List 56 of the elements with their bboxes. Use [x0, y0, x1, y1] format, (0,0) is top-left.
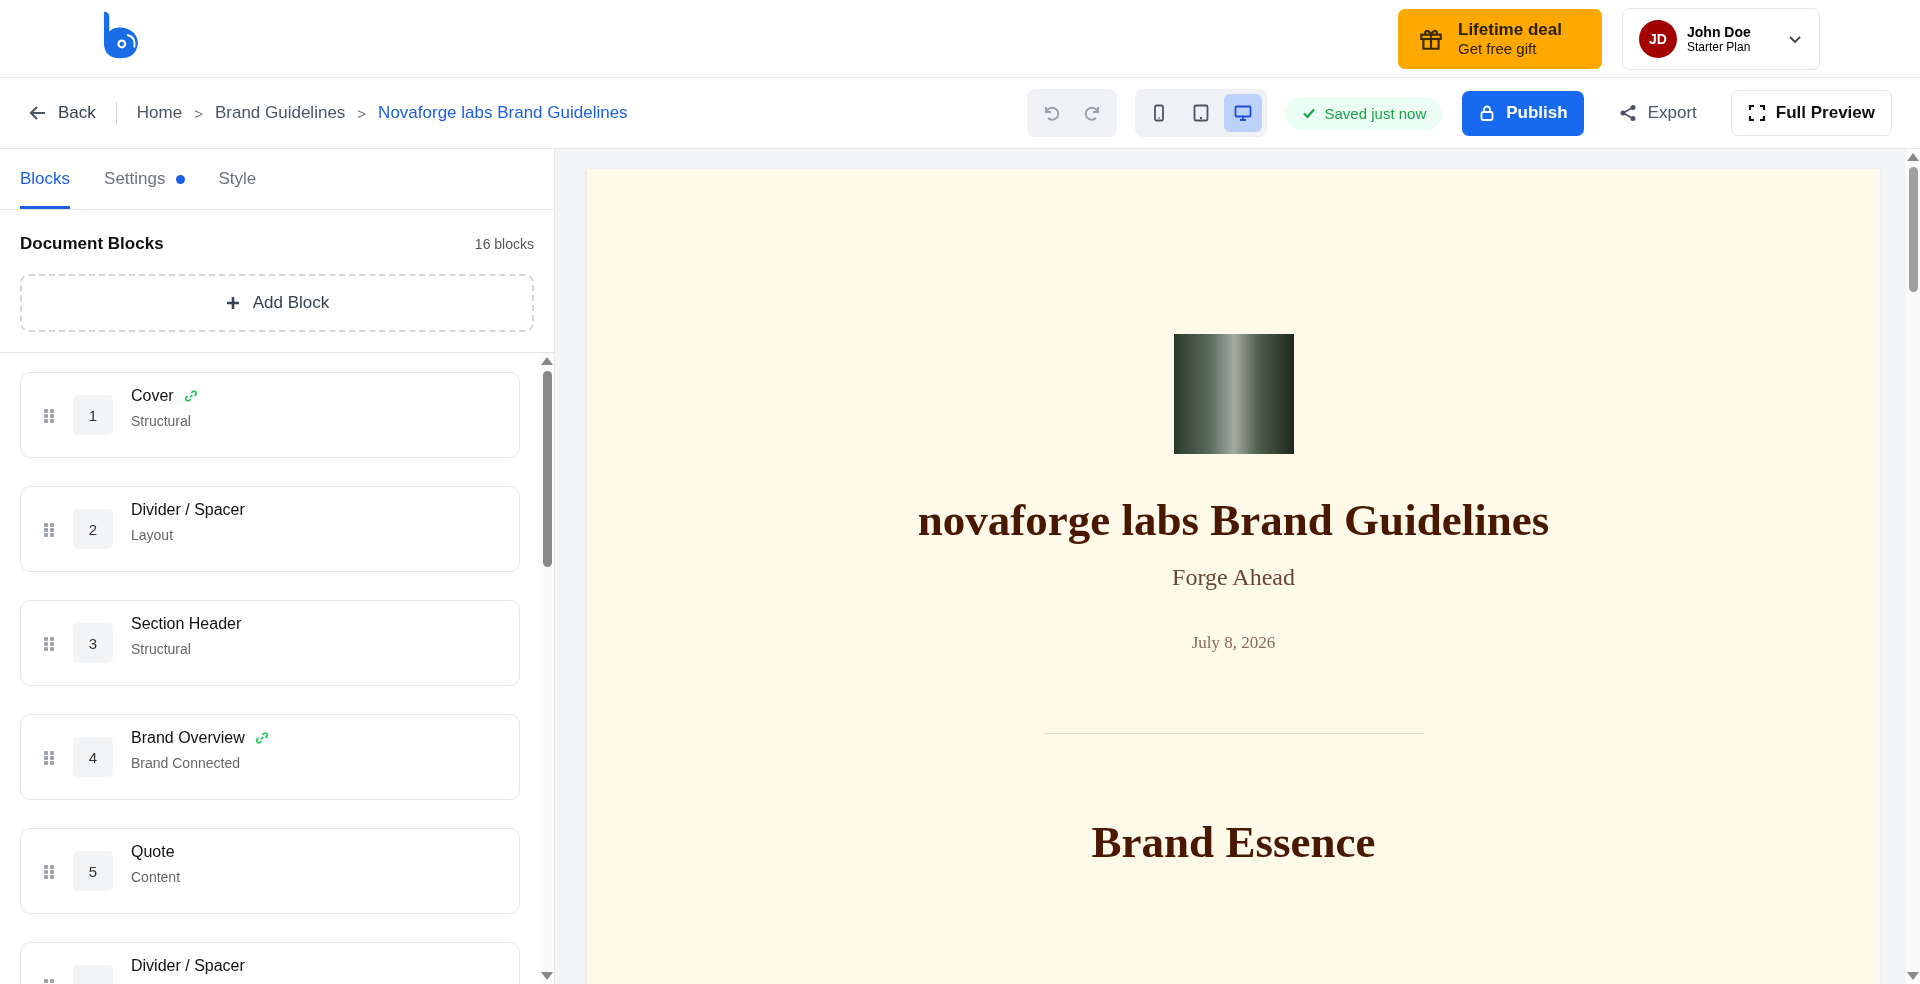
- drag-handle-icon[interactable]: [43, 864, 55, 880]
- block-number: 4: [73, 737, 113, 777]
- block-card[interactable]: 2 Divider / Spacer Layout: [20, 486, 520, 572]
- breadcrumb-separator: >: [194, 104, 203, 122]
- block-number: 3: [73, 623, 113, 663]
- expand-icon: [1747, 104, 1766, 122]
- monitor-icon: [1232, 103, 1253, 123]
- plus-icon: [224, 295, 241, 311]
- export-button[interactable]: Export: [1597, 90, 1717, 136]
- block-name: Divider / Spacer: [131, 957, 245, 975]
- block-number: 2: [73, 509, 113, 549]
- back-button[interactable]: Back: [28, 103, 96, 123]
- desktop-view-button[interactable]: [1223, 94, 1262, 132]
- full-preview-button[interactable]: Full Preview: [1730, 90, 1892, 136]
- block-number: 1: [73, 395, 113, 435]
- sidebar-tab[interactable]: Style: [218, 149, 257, 209]
- block-card[interactable]: 1 Cover Structural: [20, 372, 520, 458]
- scrollbar[interactable]: [1906, 149, 1920, 984]
- breadcrumb-link[interactable]: Home: [136, 103, 183, 123]
- drag-handle-icon[interactable]: [43, 522, 55, 538]
- block-category: Content: [131, 869, 181, 885]
- block-name: Divider / Spacer: [131, 501, 245, 519]
- breadcrumb-link[interactable]: Novaforge labs Brand Guidelines: [378, 103, 628, 123]
- block-category: Structural: [131, 413, 192, 429]
- drag-handle-icon[interactable]: [43, 750, 55, 766]
- block-name: Cover: [131, 387, 174, 405]
- document-tagline: Forge Ahead: [1172, 564, 1295, 591]
- block-name: Quote: [131, 843, 175, 861]
- document-title: novaforge labs Brand Guidelines: [917, 494, 1550, 546]
- block-card[interactable]: Divider / Spacer: [20, 942, 520, 984]
- section-title: Document Blocks: [20, 234, 164, 254]
- block-card[interactable]: 3 Section Header Structural: [20, 600, 520, 686]
- save-status: Saved just now: [1284, 96, 1443, 130]
- document-date: July 8, 2026: [1191, 633, 1276, 653]
- block-number: 5: [73, 851, 113, 891]
- publish-button[interactable]: Publish: [1462, 90, 1584, 136]
- drag-handle-icon[interactable]: [43, 636, 55, 652]
- block-name: Section Header: [131, 615, 242, 633]
- block-category: Brand Connected: [131, 755, 241, 771]
- avatar: JD: [1639, 19, 1677, 58]
- block-count: 16 blocks: [474, 236, 534, 252]
- block-name: Brand Overview: [131, 729, 245, 747]
- scrollbar[interactable]: [540, 353, 554, 984]
- breadcrumb-separator: >: [357, 104, 367, 122]
- drag-handle-icon[interactable]: [43, 408, 55, 424]
- block-category: Structural: [131, 641, 192, 657]
- block-card[interactable]: 4 Brand Overview Brand Connected: [20, 714, 520, 800]
- block-card[interactable]: 5 Quote Content: [20, 828, 520, 914]
- block-category: Layout: [131, 527, 175, 543]
- lifetime-deal-button[interactable]: Lifetime deal Get free gift: [1398, 8, 1602, 69]
- sidebar-tab[interactable]: Blocks: [20, 149, 71, 209]
- sidebar-tab[interactable]: Settings: [104, 149, 185, 209]
- add-block-button[interactable]: Add Block: [20, 274, 534, 332]
- section-heading: Brand Essence: [1091, 816, 1376, 868]
- user-menu[interactable]: JD John Doe Starter Plan: [1622, 7, 1820, 70]
- breadcrumb-link[interactable]: Brand Guidelines: [214, 103, 346, 123]
